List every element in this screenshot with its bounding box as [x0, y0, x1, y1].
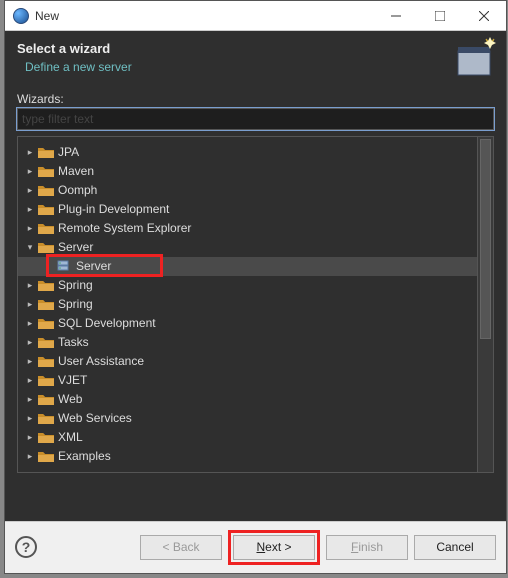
tree-item-label: SQL Development: [58, 316, 156, 330]
highlight-next: Next >: [228, 530, 320, 565]
tree-item[interactable]: ▸ VJET: [18, 371, 477, 390]
minimize-button[interactable]: [374, 1, 418, 30]
chevron-right-icon[interactable]: ▸: [24, 299, 36, 310]
tree-item[interactable]: ▸ Spring: [18, 276, 477, 295]
tree-item[interactable]: ▸ Oomph: [18, 181, 477, 200]
tree-item[interactable]: ▸ SQL Development: [18, 314, 477, 333]
wizard-subtitle: Define a new server: [17, 60, 494, 74]
app-icon: [13, 8, 29, 24]
folder-icon: [38, 278, 54, 292]
tree-item-label: Web Services: [58, 411, 132, 425]
scrollbar-thumb[interactable]: [480, 139, 491, 339]
chevron-right-icon[interactable]: ▸: [24, 337, 36, 348]
chevron-right-icon[interactable]: ▸: [24, 375, 36, 386]
wizard-banner-icon: [456, 37, 498, 83]
help-button[interactable]: ?: [15, 536, 37, 558]
tree-item-label: Server: [58, 240, 93, 254]
tree-item-label: XML: [58, 430, 83, 444]
chevron-right-icon[interactable]: ▸: [24, 432, 36, 443]
close-button[interactable]: [462, 1, 506, 30]
folder-icon: [38, 145, 54, 159]
tree-item-label: Maven: [58, 164, 94, 178]
folder-icon: [38, 221, 54, 235]
back-button[interactable]: < Back: [140, 535, 222, 560]
tree-item[interactable]: ▸ Spring: [18, 295, 477, 314]
chevron-right-icon[interactable]: ▸: [24, 147, 36, 158]
wizard-tree[interactable]: ▸ JPA ▸ Maven ▸ Oomph ▸ Plug-in Development ▸ Rem…: [18, 137, 477, 472]
tree-item[interactable]: ▸ Examples: [18, 447, 477, 466]
wizard-header: Select a wizard Define a new server: [5, 31, 506, 84]
chevron-right-icon[interactable]: ▸: [24, 204, 36, 215]
tree-item[interactable]: ▸ XML: [18, 428, 477, 447]
chevron-right-icon[interactable]: ▸: [24, 223, 36, 234]
dialog-window: New Select a wizard Define a new server …: [4, 0, 507, 574]
folder-icon: [38, 373, 54, 387]
chevron-right-icon[interactable]: ▸: [24, 451, 36, 462]
chevron-right-icon[interactable]: ▸: [24, 166, 36, 177]
tree-item[interactable]: ▸ Plug-in Development: [18, 200, 477, 219]
folder-icon: [38, 183, 54, 197]
server-icon: [56, 259, 72, 273]
tree-item-label: Tasks: [58, 335, 89, 349]
tree-item[interactable]: Server: [18, 257, 477, 276]
tree-item[interactable]: ▸ User Assistance: [18, 352, 477, 371]
tree-item[interactable]: ▸ Web: [18, 390, 477, 409]
wizard-title: Select a wizard: [17, 41, 494, 56]
chevron-right-icon[interactable]: ▸: [24, 318, 36, 329]
tree-item-label: Oomph: [58, 183, 97, 197]
tree-item-label: Examples: [58, 449, 111, 463]
tree-item-label: JPA: [58, 145, 79, 159]
tree-item-label: User Assistance: [58, 354, 144, 368]
tree-item-label: Remote System Explorer: [58, 221, 191, 235]
tree-item[interactable]: ▸ Tasks: [18, 333, 477, 352]
folder-icon: [38, 430, 54, 444]
folder-icon: [38, 297, 54, 311]
folder-icon: [38, 202, 54, 216]
spacer: [17, 473, 494, 509]
tree-item-label: Spring: [58, 297, 93, 311]
tree-item[interactable]: ▸ Maven: [18, 162, 477, 181]
folder-icon: [38, 354, 54, 368]
next-button[interactable]: Next >: [233, 535, 315, 560]
folder-icon: [38, 335, 54, 349]
tree-item-label: Server: [76, 259, 111, 273]
scrollbar[interactable]: [477, 137, 493, 472]
folder-icon: [38, 392, 54, 406]
tree-item-label: Plug-in Development: [58, 202, 169, 216]
chevron-right-icon[interactable]: ▸: [24, 185, 36, 196]
wizard-body: Wizards: ▸ JPA ▸ Maven ▸ Oomph ▸ Plug-in Develo…: [5, 84, 506, 521]
tree-item[interactable]: ▸ JPA: [18, 143, 477, 162]
wizards-label: Wizards:: [17, 92, 494, 106]
tree-item[interactable]: ▾ Server: [18, 238, 477, 257]
titlebar: New: [5, 1, 506, 31]
chevron-right-icon[interactable]: ▸: [24, 280, 36, 291]
maximize-button[interactable]: [418, 1, 462, 30]
folder-icon: [38, 316, 54, 330]
chevron-right-icon[interactable]: ▸: [24, 394, 36, 405]
folder-icon: [38, 449, 54, 463]
filter-input[interactable]: [17, 108, 494, 130]
folder-icon: [38, 164, 54, 178]
chevron-right-icon[interactable]: ▸: [24, 413, 36, 424]
tree-container: ▸ JPA ▸ Maven ▸ Oomph ▸ Plug-in Development ▸ Rem…: [17, 136, 494, 473]
tree-item[interactable]: ▸ Remote System Explorer: [18, 219, 477, 238]
chevron-right-icon[interactable]: ▸: [24, 356, 36, 367]
chevron-down-icon[interactable]: ▾: [24, 242, 36, 253]
window-title: New: [35, 9, 374, 23]
finish-button[interactable]: Finish: [326, 535, 408, 560]
folder-icon: [38, 240, 54, 254]
tree-item-label: Spring: [58, 278, 93, 292]
folder-icon: [38, 411, 54, 425]
cancel-button[interactable]: Cancel: [414, 535, 496, 560]
button-bar: ? < Back Next > Finish Cancel: [5, 521, 506, 573]
tree-item-label: Web: [58, 392, 82, 406]
tree-item[interactable]: ▸ Web Services: [18, 409, 477, 428]
tree-item-label: VJET: [58, 373, 87, 387]
